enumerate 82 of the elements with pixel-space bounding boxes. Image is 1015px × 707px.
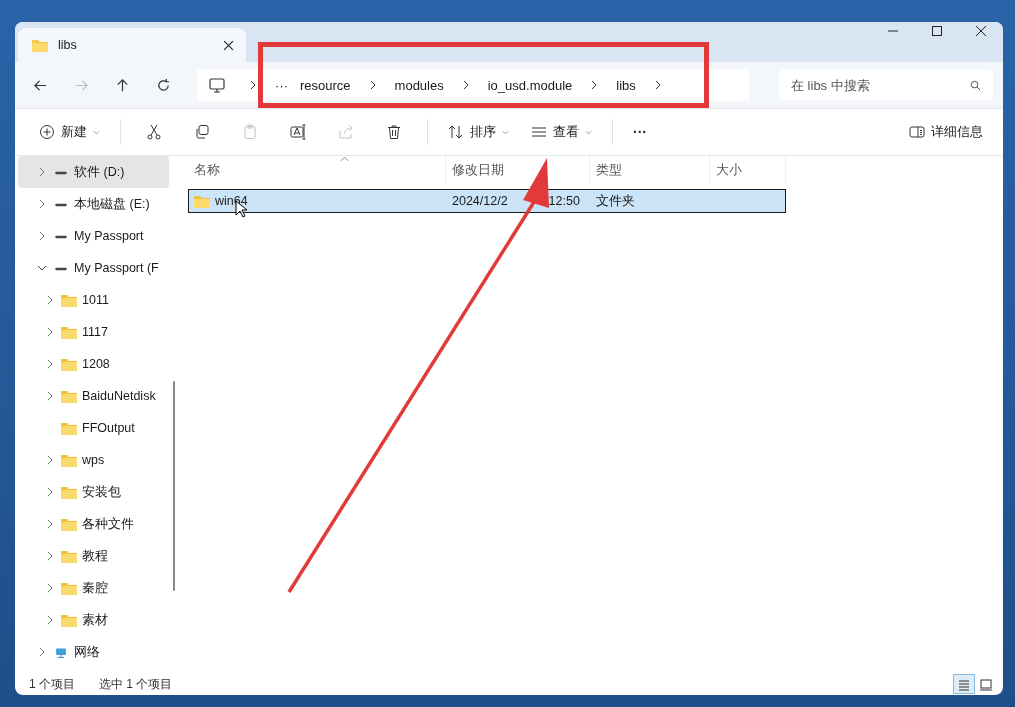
sort-button[interactable]: 排序 (440, 117, 517, 147)
folder-icon (194, 194, 210, 208)
chevron-right-icon[interactable] (590, 80, 599, 90)
sort-caret-icon (340, 156, 349, 162)
sort-arrows-icon (448, 124, 464, 140)
share-icon (338, 124, 354, 140)
folder-icon (61, 517, 77, 531)
sidebar-item[interactable]: wps (18, 444, 169, 476)
caret-icon (585, 129, 592, 135)
caret-icon (93, 129, 100, 135)
folder-icon (61, 549, 77, 563)
column-header[interactable]: 类型 (590, 156, 710, 184)
file-name: win64 (215, 194, 248, 208)
sidebar-item[interactable]: 秦腔 (18, 572, 169, 604)
folder-icon (61, 389, 77, 403)
type-cell-text: 文件夹 (595, 192, 636, 210)
folder-icon (61, 325, 77, 339)
details-view-button[interactable] (953, 674, 975, 694)
details-pane-button[interactable]: 详细信息 (901, 117, 991, 147)
monitor-icon[interactable] (209, 77, 225, 93)
search-icon (970, 80, 981, 91)
folder-icon (61, 421, 77, 435)
sidebar-item[interactable]: 网络 (18, 636, 169, 668)
sidebar-item[interactable]: 本地磁盘 (E:) (18, 188, 169, 220)
copy-icon (194, 124, 210, 140)
search-field[interactable]: 在 libs 中搜索 (779, 70, 993, 100)
breadcrumb-item[interactable]: libs (616, 77, 636, 93)
view-button[interactable]: 查看 (523, 117, 600, 147)
sidebar-item[interactable]: 安装包 (18, 476, 169, 508)
breadcrumb-overflow[interactable]: ··· (275, 77, 288, 93)
selection-count: 选中 1 个项目 (99, 675, 173, 693)
time-text: 12:50 (548, 194, 580, 208)
folder-icon (61, 357, 77, 371)
column-header[interactable]: 大小 (710, 156, 786, 184)
sidebar-item[interactable]: 素材 (18, 604, 169, 636)
more-button[interactable]: ··· (625, 118, 655, 146)
up-arrow-icon[interactable] (115, 77, 130, 93)
breadcrumb-item[interactable]: io_usd.module (487, 77, 573, 93)
plus-circle-icon (39, 124, 55, 140)
sidebar-item[interactable]: 教程 (18, 540, 169, 572)
chevron-right-icon[interactable] (249, 80, 257, 90)
rename-icon (290, 124, 306, 140)
sidebar-item[interactable]: BaiduNetdisk (18, 380, 169, 412)
folder-icon (61, 581, 77, 595)
maximize-icon[interactable] (931, 25, 943, 37)
chevron-down-icon[interactable] (37, 263, 47, 273)
item-count: 1 个项目 (29, 675, 75, 693)
refresh-icon[interactable] (156, 77, 171, 93)
chevron-right-icon[interactable] (653, 80, 662, 90)
caret-icon (502, 129, 509, 135)
sidebar-item[interactable]: FFOutput (18, 412, 169, 444)
tab[interactable]: libs (18, 28, 246, 62)
trash-icon (386, 124, 402, 140)
folder-icon (32, 38, 48, 52)
sidebar-item[interactable]: 1117 (18, 316, 169, 348)
close-icon[interactable] (975, 25, 987, 37)
list-icon (531, 124, 547, 140)
tiles-icon (979, 678, 993, 692)
sidebar-item[interactable]: My Passport (18, 220, 169, 252)
sidebar-item[interactable]: 各种文件 (18, 508, 169, 540)
close-icon[interactable] (223, 39, 234, 51)
sidebar-item[interactable]: 1011 (18, 284, 169, 316)
folder-icon (61, 485, 77, 499)
network-icon (53, 645, 69, 659)
details-pane-icon (909, 124, 925, 140)
clipboard-icon (242, 124, 258, 140)
column-header[interactable]: 名称 (188, 156, 446, 184)
file-row[interactable]: win64 2024/12/2 12:50 文件夹 (188, 189, 786, 213)
breadcrumb-item[interactable]: resource (300, 77, 351, 93)
date-text: 2024/12/2 (452, 194, 508, 208)
folder-icon (61, 293, 77, 307)
chevron-right-icon[interactable] (368, 80, 377, 90)
sidebar-item[interactable]: 1208 (18, 348, 169, 380)
sidebar-item[interactable]: My Passport (F (18, 252, 169, 284)
sidebar-item[interactable]: 软件 (D:) (18, 156, 169, 188)
new-button[interactable]: 新建 (31, 117, 108, 147)
list-icon (957, 678, 971, 692)
folder-icon (61, 453, 77, 467)
scissors-icon (146, 124, 162, 140)
folder-icon (61, 613, 77, 627)
chevron-right-icon[interactable] (461, 80, 470, 90)
breadcrumb-item[interactable]: modules (394, 77, 444, 93)
